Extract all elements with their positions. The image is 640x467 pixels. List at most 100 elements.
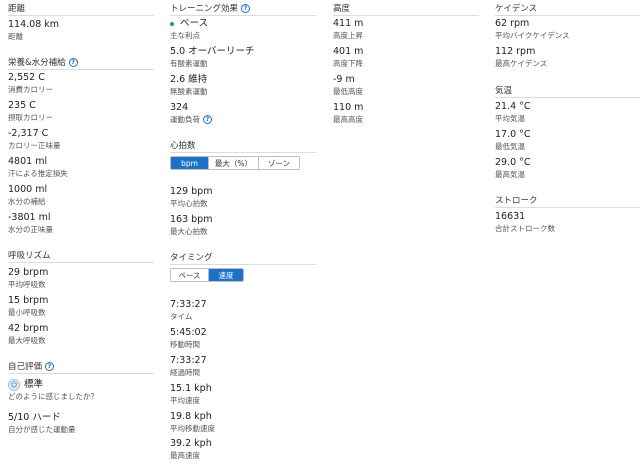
timing-tabs: ペース 速度 — [170, 268, 244, 282]
temperature-section: 気温 21.4 °C 平均気温 17.0 °C 最低気温 29.0 °C 最高気… — [495, 84, 640, 179]
self-eval-header: 自己評価 ? — [8, 360, 154, 374]
stat-item: 2.6 維持 無酸素運動 — [170, 74, 316, 97]
stat-label: 水分の正味量 — [8, 225, 53, 234]
stat-label: タイム — [170, 312, 193, 321]
distance-header: 距離 — [8, 2, 154, 16]
stat-label: 高度下降 — [333, 59, 363, 68]
strokes-section: ストローク 16631 合計ストローク数 — [495, 194, 640, 233]
tab-bpm[interactable]: bpm — [171, 157, 209, 169]
primary-benefit-row: ベース — [170, 18, 316, 30]
stat-label: 移動時間 — [170, 340, 200, 349]
info-icon[interactable]: ? — [68, 58, 78, 67]
stat-label: 最低気温 — [495, 142, 525, 151]
stat-item: 29 brpm 平均呼吸数 — [8, 267, 154, 290]
respiration-title: 呼吸リズム — [8, 250, 51, 261]
training-effect-section: トレーニング効果 ? ベース 主な利点 5.0 オーバーリーチ 有酸素運動 2.… — [170, 2, 316, 124]
stat-value: 110 m — [333, 102, 364, 113]
stat-item: 4801 ml 汗による推定損失 — [8, 156, 154, 179]
stat-value: 15.1 kph — [170, 383, 212, 394]
temperature-title: 気温 — [495, 85, 513, 96]
stat-item: -2,317 C カロリー正味量 — [8, 128, 154, 151]
tab-pace[interactable]: ペース — [171, 269, 209, 281]
stat-value: 62 rpm — [495, 18, 530, 29]
effort-label: 自分が感じた運動量 — [8, 425, 76, 434]
elevation-section: 高度 411 m 高度上昇 401 m 高度下降 -9 m 最低高度 110 m… — [333, 2, 479, 124]
stat-value: 129 bpm — [170, 186, 213, 197]
stat-value: 5.0 オーバーリーチ — [170, 46, 255, 57]
stat-value: 163 bpm — [170, 214, 213, 225]
heart-rate-header: 心拍数 — [170, 139, 316, 153]
stat-value: 15 brpm — [8, 295, 49, 306]
stat-label: 平均気温 — [495, 114, 525, 123]
timing-header: タイミング — [170, 251, 316, 265]
respiration-header: 呼吸リズム — [8, 249, 154, 263]
timing-title: タイミング — [170, 252, 213, 263]
distance-section: 距離 114.08 km 距離 — [8, 2, 154, 41]
stat-item: 324 運動負荷 ? — [170, 102, 316, 125]
stat-item: 2,552 C 消費カロリー — [8, 72, 154, 95]
stat-label: 最小呼吸数 — [8, 308, 46, 317]
heart-rate-title: 心拍数 — [170, 140, 196, 151]
stat-label: 最大心拍数 — [170, 227, 208, 236]
stat-item: 1000 ml 水分の補給 — [8, 184, 154, 207]
tab-max-percent[interactable]: 最大（%） — [209, 157, 259, 169]
stat-value: 2.6 維持 — [170, 74, 208, 85]
stat-label: 最高速度 — [170, 451, 200, 460]
training-effect-header: トレーニング効果 ? — [170, 2, 316, 16]
stat-value: -3801 ml — [8, 212, 51, 223]
stat-item: 29.0 °C 最高気温 — [495, 157, 640, 180]
feeling-value: 標準 — [24, 379, 44, 390]
stat-label: 主な利点 — [170, 31, 200, 40]
stat-item: 5:45:02 移動時間 — [170, 327, 316, 350]
info-icon[interactable]: ? — [241, 4, 251, 13]
stat-value: 411 m — [333, 18, 364, 29]
stat-value: 39.2 kph — [170, 438, 212, 449]
elevation-header: 高度 — [333, 2, 479, 16]
stat-item: 39.2 kph 最高速度 — [170, 438, 316, 461]
stat-value: 2,552 C — [8, 72, 45, 83]
stat-value: 29.0 °C — [495, 157, 531, 168]
stat-value: 4801 ml — [8, 156, 48, 167]
feeling-label: どのように感じましたか？ — [8, 392, 98, 401]
stat-label: 合計ストローク数 — [495, 224, 555, 233]
stat-item: 112 rpm 最高ケイデンス — [495, 46, 640, 69]
elevation-title: 高度 — [333, 3, 351, 14]
stat-item: -9 m 最低高度 — [333, 74, 479, 97]
stat-item: 163 bpm 最大心拍数 — [170, 214, 316, 237]
stat-item: 5.0 オーバーリーチ 有酸素運動 — [170, 46, 316, 69]
tab-speed[interactable]: 速度 — [209, 269, 243, 281]
stat-value: 235 C — [8, 100, 36, 111]
tab-zones[interactable]: ゾーン — [259, 157, 299, 169]
distance-title: 距離 — [8, 3, 26, 14]
stat-item: 21.4 °C 平均気温 — [495, 101, 640, 124]
stat-value: 29 brpm — [8, 267, 49, 278]
stat-value: 401 m — [333, 46, 364, 57]
status-dot-icon — [170, 22, 174, 26]
stat-item: 17.0 °C 最低気温 — [495, 129, 640, 152]
stat-label: 最高気温 — [495, 170, 525, 179]
stat-label: 経過時間 — [170, 368, 200, 377]
info-icon[interactable]: ? — [45, 362, 55, 371]
stat-label: 無酸素運動 — [170, 87, 208, 96]
self-eval-section: 自己評価 ? ☺ 標準 どのように感じましたか？ 5/10 ハード 自分が感じた… — [8, 360, 154, 434]
stat-value: 16631 — [495, 211, 526, 222]
nutrition-header: 栄養&水分補給 ? — [8, 56, 154, 70]
nutrition-section: 栄養&水分補給 ? 2,552 C 消費カロリー 235 C 摂取カロリー -2… — [8, 56, 154, 234]
feeling-stat: ☺ 標準 どのように感じましたか？ — [8, 379, 154, 402]
distance-label: 距離 — [8, 32, 23, 41]
distance-stat: 114.08 km 距離 — [8, 19, 154, 42]
face-icon: ☺ — [8, 379, 20, 391]
respiration-section: 呼吸リズム 29 brpm 平均呼吸数 15 brpm 最小呼吸数 42 brp… — [8, 249, 154, 345]
effort-stat: 5/10 ハード 自分が感じた運動量 — [8, 412, 154, 435]
stat-item: 16631 合計ストローク数 — [495, 211, 640, 234]
strokes-title: ストローク — [495, 195, 538, 206]
stat-label: 運動負荷 — [170, 115, 200, 124]
stat-value: 17.0 °C — [495, 129, 531, 140]
stat-item: 235 C 摂取カロリー — [8, 100, 154, 123]
stat-item: 401 m 高度下降 — [333, 46, 479, 69]
info-icon[interactable]: ? — [203, 115, 212, 124]
nutrition-title: 栄養&水分補給 — [8, 57, 66, 68]
distance-value: 114.08 km — [8, 19, 60, 30]
stat-label: 水分の補給 — [8, 197, 46, 206]
stat-value: -2,317 C — [8, 128, 49, 139]
